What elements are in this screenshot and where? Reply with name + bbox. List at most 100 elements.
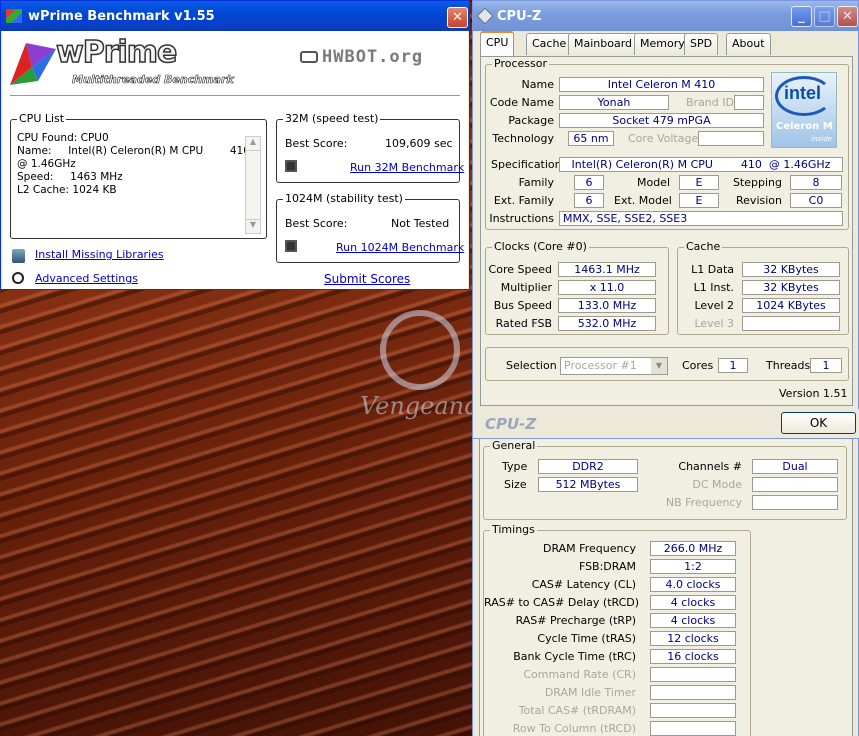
tab-cpu[interactable]: CPU xyxy=(480,31,515,56)
timing-label: Total CAS# (tRDRAM) xyxy=(518,704,636,717)
general-legend: General xyxy=(490,439,538,452)
package-field: Socket 479 mPGA xyxy=(559,113,764,128)
tab-about[interactable]: About xyxy=(726,33,771,55)
timing-value: 16 clocks xyxy=(650,649,736,664)
cpu-list-scrollbar[interactable]: ▲ ▼ xyxy=(245,136,261,234)
type-label: Type xyxy=(502,460,528,473)
timing-label: RAS# to CAS# Delay (tRCD) xyxy=(484,596,640,609)
tab-spd[interactable]: SPD xyxy=(684,33,719,55)
l1data-field: 32 KBytes xyxy=(742,262,840,277)
cpu-list-line: L2 Cache: 1024 KB xyxy=(17,184,117,196)
run-32m-link[interactable]: Run 32M Benchmark xyxy=(350,160,464,175)
wprime-app-icon xyxy=(6,9,22,23)
instructions-field: MMX, SSE, SSE2, SSE3 xyxy=(559,211,843,226)
clocks-group: Clocks (Core #0) Core Speed 1463.1 MHz M… xyxy=(485,240,669,335)
l1inst-field: 32 KBytes xyxy=(742,280,840,295)
timing-value xyxy=(650,667,736,682)
wprime-window: wPrime Benchmark v1.55 ✕ wPrime Multithr… xyxy=(0,0,470,290)
stability-best-score: Not Tested xyxy=(391,217,450,230)
package-label: Package xyxy=(508,114,554,127)
cpu-list-line: Name: Intel(R) Celeron(R) M CPU 410 xyxy=(17,145,250,157)
maximize-button[interactable]: □ xyxy=(814,6,835,27)
codename-field: Yonah xyxy=(559,95,669,110)
intel-logo-icon: intel Celeron M inside xyxy=(771,72,837,148)
stability-test-group: 1024M (stability test) Best Score: Not T… xyxy=(276,192,464,263)
timing-label: Bank Cycle Time (tRC) xyxy=(513,650,636,663)
cpuz-footer: CPU-Z OK xyxy=(473,409,859,439)
corespeed-field: 1463.1 MHz xyxy=(558,262,656,277)
timing-label: FSB:DRAM xyxy=(578,560,636,573)
codename-label: Code Name xyxy=(489,96,554,109)
model-field: E xyxy=(679,175,719,190)
nbfreq-field xyxy=(752,495,838,510)
speed-test-group: 32M (speed test) Best Score: 109,609 sec… xyxy=(276,112,464,183)
timing-label: Command Rate (CR) xyxy=(523,668,636,681)
timing-label: DRAM Idle Timer xyxy=(544,686,636,699)
minimize-button[interactable]: _ xyxy=(791,6,812,27)
technology-field: 65 nm xyxy=(568,131,614,146)
tab-memory[interactable]: Memory xyxy=(634,33,691,55)
family-field: 6 xyxy=(574,175,604,190)
selection-group: Selection Processor #1 ▼ Cores 1 Threads… xyxy=(485,347,849,381)
ok-button[interactable]: OK xyxy=(781,412,856,434)
processor-group: Processor Name Intel Celeron M 410 Code … xyxy=(485,57,849,230)
version-label: Version 1.51 xyxy=(779,387,848,400)
scroll-up-icon[interactable]: ▲ xyxy=(246,137,260,151)
family-label: Family xyxy=(518,176,554,189)
spec-field: Intel(R) Celeron(R) M CPU 410 @ 1.46GHz xyxy=(559,157,843,172)
cpuz-title: CPU-Z xyxy=(497,8,542,24)
memory-general-group: General Type DDR2 Size 512 MBytes Channe… xyxy=(483,439,847,520)
timing-value: 4.0 clocks xyxy=(650,577,736,592)
revision-label: Revision xyxy=(736,194,782,207)
wprime-close-button[interactable]: ✕ xyxy=(447,7,468,28)
wprime-logo-icon xyxy=(10,43,56,85)
stepping-label: Stepping xyxy=(732,176,782,189)
busspeed-field: 133.0 MHz xyxy=(558,298,656,313)
speed-test-legend: 32M (speed test) xyxy=(283,112,381,125)
cpuz-close-button[interactable]: ✕ xyxy=(837,6,858,27)
hwbot-logo: HWBOT.org xyxy=(300,47,423,67)
cache-group: Cache L1 Data 32 KBytes L1 Inst. 32 KByt… xyxy=(677,240,849,335)
timing-value: 12 clocks xyxy=(650,631,736,646)
extmodel-field: E xyxy=(679,193,719,208)
ratedfsb-field: 532.0 MHz xyxy=(558,316,656,331)
speed-best-score: 109,609 sec xyxy=(385,137,453,150)
l1inst-label: L1 Inst. xyxy=(693,281,734,294)
spec-label: Specification xyxy=(491,158,562,171)
cpu-list-line: CPU Found: CPU0 xyxy=(17,132,109,144)
cpuz-window: CPU-Z _ □ ✕ CPU Cache Mainboard Memory S… xyxy=(472,0,859,439)
stepping-field: 8 xyxy=(790,175,842,190)
save-icon xyxy=(285,160,297,172)
channels-label: Channels # xyxy=(678,460,742,473)
cores-label: Cores xyxy=(682,359,714,372)
instructions-label: Instructions xyxy=(489,212,554,225)
wprime-body: wPrime Multithreaded Benchmark HWBOT.org… xyxy=(2,31,468,289)
logo-divider xyxy=(10,95,460,96)
tab-mainboard[interactable]: Mainboard xyxy=(568,33,639,55)
selection-dropdown[interactable]: Processor #1 ▼ xyxy=(560,357,668,375)
cpu-list-box[interactable]: CPU Found: CPU0 Name: Intel(R) Celeron(R… xyxy=(17,132,263,232)
multiplier-label: Multiplier xyxy=(500,281,552,294)
timing-label: Cycle Time (tRAS) xyxy=(537,632,636,645)
dcmode-label: DC Mode xyxy=(692,478,742,491)
scroll-down-icon[interactable]: ▼ xyxy=(246,219,260,233)
advanced-settings-link[interactable]: Advanced Settings xyxy=(35,271,138,286)
dcmode-field xyxy=(752,477,838,492)
run-1024m-link[interactable]: Run 1024M Benchmark xyxy=(336,240,464,255)
install-libraries-link[interactable]: Install Missing Libraries xyxy=(35,247,164,262)
clocks-legend: Clocks (Core #0) xyxy=(492,240,589,253)
submit-scores-link[interactable]: Submit Scores xyxy=(324,272,410,287)
technology-label: Technology xyxy=(492,132,554,145)
wprime-titlebar[interactable]: wPrime Benchmark v1.55 xyxy=(1,1,469,31)
timing-value: 1:2 xyxy=(650,559,736,574)
chevron-down-icon[interactable]: ▼ xyxy=(651,358,667,374)
timing-value xyxy=(650,685,736,700)
best-score-label: Best Score: xyxy=(285,137,348,150)
timing-label: CAS# Latency (CL) xyxy=(531,578,636,591)
channels-field: Dual xyxy=(752,459,838,474)
busspeed-label: Bus Speed xyxy=(493,299,552,312)
timing-label: Row To Column (tRCD) xyxy=(512,722,636,735)
watermark-emblem-icon xyxy=(380,310,460,390)
tab-cache[interactable]: Cache xyxy=(526,33,573,55)
multiplier-field: x 11.0 xyxy=(558,280,656,295)
